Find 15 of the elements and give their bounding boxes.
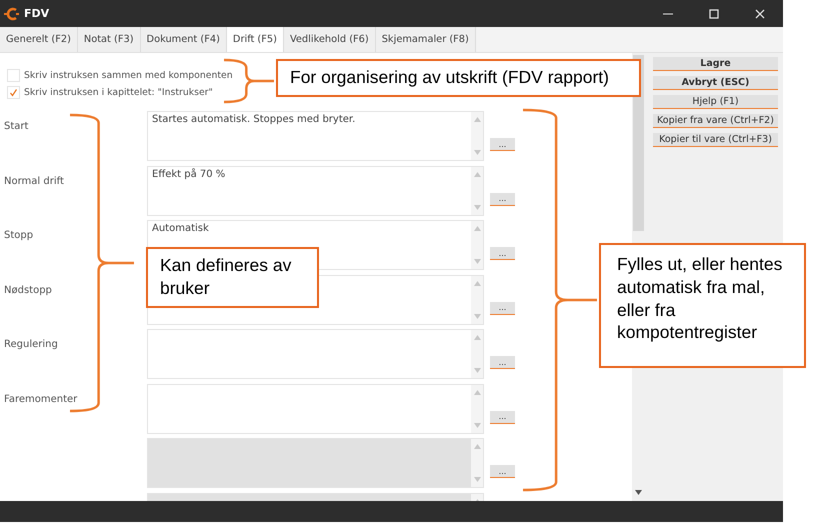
annotation-tooltip: Fylles ut, eller hentes automatisk fra mal, eller fra kompotentregister: [599, 243, 806, 368]
annotation-tooltip: Kan defineres av bruker: [146, 247, 319, 308]
field-label: Start: [4, 121, 28, 132]
field-value: Effekt på 70 %: [152, 168, 226, 180]
field-label: Stopp: [4, 230, 34, 241]
checkbox-label: Skriv instruksen i kapittelet: "Instrukser": [24, 87, 213, 98]
annotation-tooltip: For organisering av utskrift (FDV rapport): [276, 59, 641, 97]
field-label: Faremomenter: [4, 394, 78, 404]
window-title: FDV: [24, 7, 50, 20]
field-label: Regulering: [4, 339, 58, 350]
field-label: Nødstopp: [4, 284, 52, 296]
field-value: Automatisk: [152, 223, 209, 234]
field-label: Normal drift: [4, 176, 64, 186]
field-value: Startes automatisk. Stoppes med bryter.: [152, 114, 356, 125]
checkbox-label: Skriv instruksen sammen med komponenten: [24, 70, 233, 81]
